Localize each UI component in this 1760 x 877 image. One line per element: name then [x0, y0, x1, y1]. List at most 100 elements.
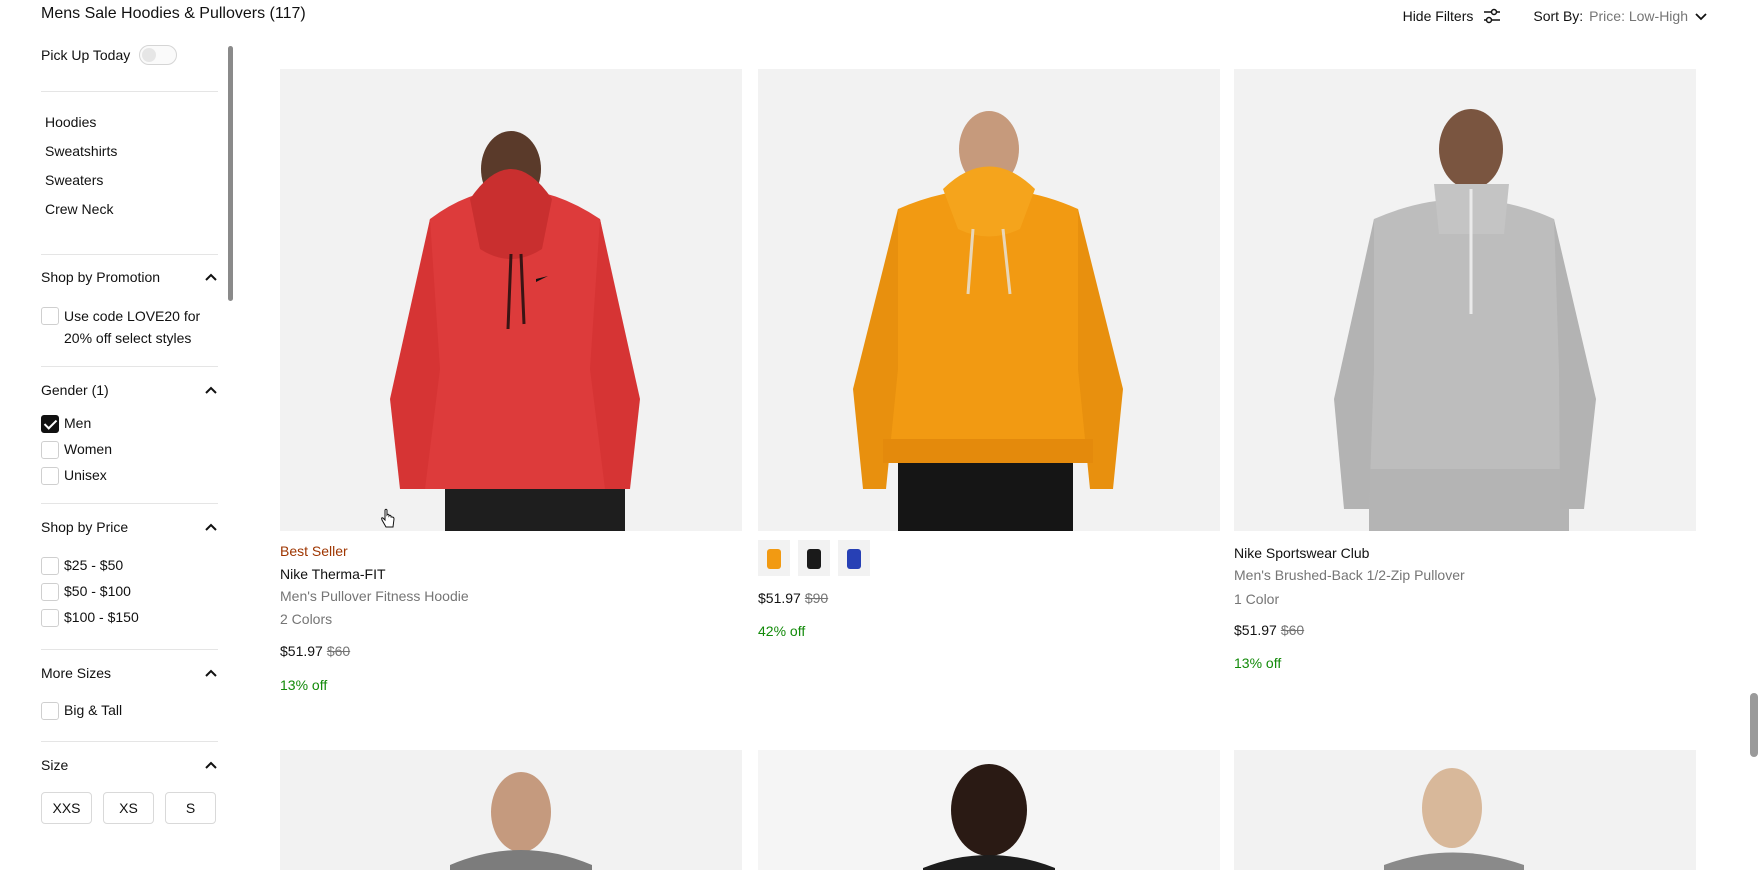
hand-cursor-icon — [381, 508, 395, 528]
gender-unisex-checkbox[interactable] — [41, 467, 59, 485]
sort-value: Price: Low-High — [1589, 8, 1688, 24]
category-hoodies[interactable]: Hoodies — [45, 108, 219, 137]
original-price: $60 — [326, 643, 351, 659]
product-image[interactable] — [758, 750, 1220, 870]
gender-women-label: Women — [64, 441, 112, 457]
gender-option-men[interactable]: Men — [41, 415, 219, 441]
size-section-header[interactable]: Size — [41, 755, 218, 775]
product-card[interactable] — [280, 750, 742, 870]
product-image[interactable] — [280, 69, 742, 531]
price-25-50-checkbox[interactable] — [41, 557, 59, 575]
product-card[interactable]: $51.97 $90 42% off — [758, 69, 1220, 639]
model-illustration — [923, 764, 1055, 870]
gender-men-label: Men — [64, 415, 92, 431]
promotion-section-header[interactable]: Shop by Promotion — [41, 267, 218, 287]
model-illustration — [450, 772, 592, 870]
category-crew-neck[interactable]: Crew Neck — [45, 195, 219, 224]
swatch-black[interactable] — [798, 540, 830, 576]
gender-option-women[interactable]: Women — [41, 441, 219, 467]
swatch-orange[interactable] — [758, 540, 790, 576]
sidebar-scrollbar[interactable] — [228, 46, 233, 301]
gender-option-unisex[interactable]: Unisex — [41, 467, 219, 493]
price-option-50-100[interactable]: $50 - $100 — [41, 583, 219, 609]
price-100-150-checkbox[interactable] — [41, 609, 59, 627]
size-grid: XXS XS S — [41, 792, 219, 824]
price-50-100-checkbox[interactable] — [41, 583, 59, 601]
model-illustration — [1384, 768, 1524, 870]
product-card[interactable] — [758, 750, 1220, 870]
gender-men-checkbox[interactable] — [41, 415, 59, 433]
hide-filters-button[interactable]: Hide Filters — [1403, 8, 1502, 24]
discount-label: 13% off — [1234, 655, 1282, 671]
product-price: $51.97 $90 — [758, 590, 1220, 606]
product-image[interactable] — [1234, 69, 1696, 531]
swatch-blue[interactable] — [838, 540, 870, 576]
more-sizes-section-header[interactable]: More Sizes — [41, 663, 218, 683]
divider — [41, 503, 218, 504]
more-sizes-heading: More Sizes — [41, 665, 112, 681]
header-controls: Hide Filters Sort By: Price: Low-High — [1403, 8, 1708, 24]
sort-dropdown[interactable]: Sort By: Price: Low-High — [1533, 8, 1708, 24]
hide-filters-label: Hide Filters — [1402, 8, 1474, 24]
discount-label: 13% off — [280, 677, 328, 693]
promotion-checkbox[interactable] — [41, 307, 59, 325]
divider — [41, 649, 218, 650]
product-card[interactable] — [1234, 750, 1696, 870]
product-name[interactable]: Nike Therma-FIT — [280, 566, 742, 582]
size-heading: Size — [41, 757, 69, 773]
gender-heading: Gender (1) — [41, 382, 109, 398]
gender-women-checkbox[interactable] — [41, 441, 59, 459]
chevron-up-icon — [205, 761, 217, 769]
swatch-hoodie-icon — [807, 549, 821, 569]
chevron-up-icon — [205, 273, 217, 281]
chevron-up-icon — [205, 669, 217, 677]
category-list: Hoodies Sweatshirts Sweaters Crew Neck — [41, 92, 219, 224]
product-card[interactable]: Best Seller Nike Therma-FIT Men's Pullov… — [280, 69, 742, 693]
divider — [41, 741, 218, 742]
price-50-100-label: $50 - $100 — [64, 583, 131, 599]
sale-price: $51.97 — [280, 643, 323, 659]
page-title: Mens Sale Hoodies & Pullovers (117) — [41, 5, 306, 22]
product-card[interactable]: Nike Sportswear Club Men's Brushed-Back … — [1234, 69, 1696, 671]
sale-price: $51.97 — [1234, 622, 1277, 638]
product-color-count: 2 Colors — [280, 611, 333, 627]
promotion-heading: Shop by Promotion — [41, 269, 161, 285]
category-sweatshirts[interactable]: Sweatshirts — [45, 137, 219, 166]
product-name[interactable]: Nike Sportswear Club — [1234, 545, 1696, 561]
gender-section-header[interactable]: Gender (1) — [41, 380, 218, 400]
category-sweaters[interactable]: Sweaters — [45, 166, 219, 195]
product-image[interactable] — [758, 69, 1220, 531]
product-price: $51.97 $60 — [1234, 622, 1696, 638]
big-tall-checkbox[interactable] — [41, 702, 59, 720]
big-tall-label: Big & Tall — [64, 702, 123, 718]
filter-sidebar: Pick Up Today Hoodies Sweatshirts Sweate… — [41, 44, 219, 824]
price-option-100-150[interactable]: $100 - $150 — [41, 609, 219, 635]
chevron-up-icon — [205, 523, 217, 531]
size-xxs-button[interactable]: XXS — [41, 792, 92, 824]
sale-price: $51.97 — [758, 590, 801, 606]
product-image[interactable] — [1234, 750, 1696, 870]
promotion-option[interactable]: Use code LOVE20 for 20% off select style… — [41, 305, 219, 349]
pullover-illustration — [1334, 109, 1596, 531]
price-section-header[interactable]: Shop by Price — [41, 517, 218, 537]
size-s-button[interactable]: S — [165, 792, 216, 824]
size-xs-button[interactable]: XS — [103, 792, 154, 824]
discount-label: 42% off — [758, 623, 806, 639]
product-price: $51.97 $60 — [280, 643, 742, 659]
swatch-hoodie-icon — [767, 549, 781, 569]
product-subtitle: Men's Pullover Fitness Hoodie — [280, 588, 469, 604]
pickup-toggle[interactable] — [139, 45, 178, 65]
hoodie-illustration — [853, 111, 1123, 531]
page-scrollbar[interactable] — [1750, 693, 1758, 757]
hoodie-illustration — [390, 131, 640, 531]
product-subtitle: Men's Brushed-Back 1/2-Zip Pullover — [1234, 567, 1465, 583]
color-swatches — [758, 540, 1220, 576]
product-image[interactable] — [280, 750, 742, 870]
big-tall-option[interactable]: Big & Tall — [41, 702, 219, 728]
price-option-25-50[interactable]: $25 - $50 — [41, 557, 219, 583]
original-price: $60 — [1280, 622, 1305, 638]
price-100-150-label: $100 - $150 — [64, 609, 139, 625]
price-25-50-label: $25 - $50 — [64, 557, 124, 573]
divider — [41, 254, 218, 255]
filter-sliders-icon — [1484, 8, 1501, 24]
